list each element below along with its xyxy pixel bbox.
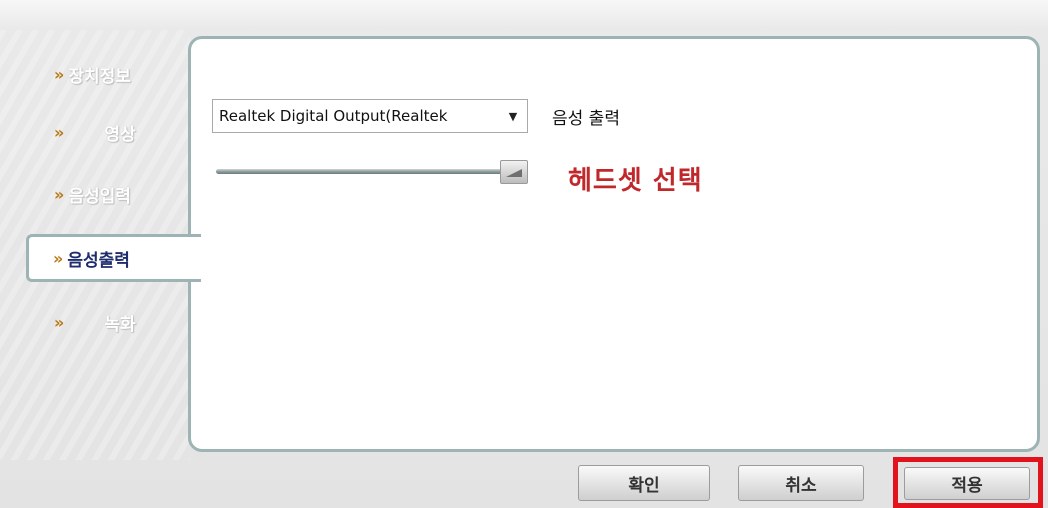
chevron-right-icon: » [54, 184, 65, 204]
headset-select-annotation: 헤드셋 선택 [568, 166, 703, 196]
apply-highlight-box [893, 457, 1043, 508]
output-device-select[interactable]: Realtek Digital Output(Realtek ▼ [212, 99, 528, 133]
sidebar-item-label: 영상 [104, 124, 136, 145]
sidebar-item-audio-input[interactable]: » 음성입력 [54, 180, 131, 208]
chevron-right-icon: » [54, 64, 65, 84]
sidebar-item-recording[interactable]: » 녹화 [54, 308, 136, 336]
chevron-right-icon: » [53, 248, 64, 268]
volume-slider[interactable] [216, 160, 532, 186]
sidebar-item-device-info[interactable]: » 장치정보 [54, 60, 131, 88]
chevron-right-icon: » [54, 312, 65, 332]
sidebar-item-label: 장치정보 [68, 66, 131, 87]
volume-slider-thumb[interactable] [500, 160, 528, 184]
sidebar-item-label: 음성출력 [67, 250, 130, 271]
sidebar-item-label: 녹화 [104, 314, 136, 335]
sidebar-item-audio-output[interactable]: » 음성출력 [26, 234, 201, 282]
output-device-label: 음성 출력 [552, 109, 620, 129]
output-device-value: Realtek Digital Output(Realtek [219, 107, 448, 125]
chevron-right-icon: » [54, 122, 65, 142]
ok-button[interactable]: 확인 [578, 465, 710, 501]
dropdown-arrow-icon[interactable]: ▼ [499, 110, 527, 123]
cancel-button[interactable]: 취소 [738, 465, 864, 501]
sidebar-item-label: 음성입력 [68, 186, 131, 207]
sidebar-item-video[interactable]: » 영상 [54, 118, 136, 146]
volume-slider-track[interactable] [216, 169, 510, 174]
